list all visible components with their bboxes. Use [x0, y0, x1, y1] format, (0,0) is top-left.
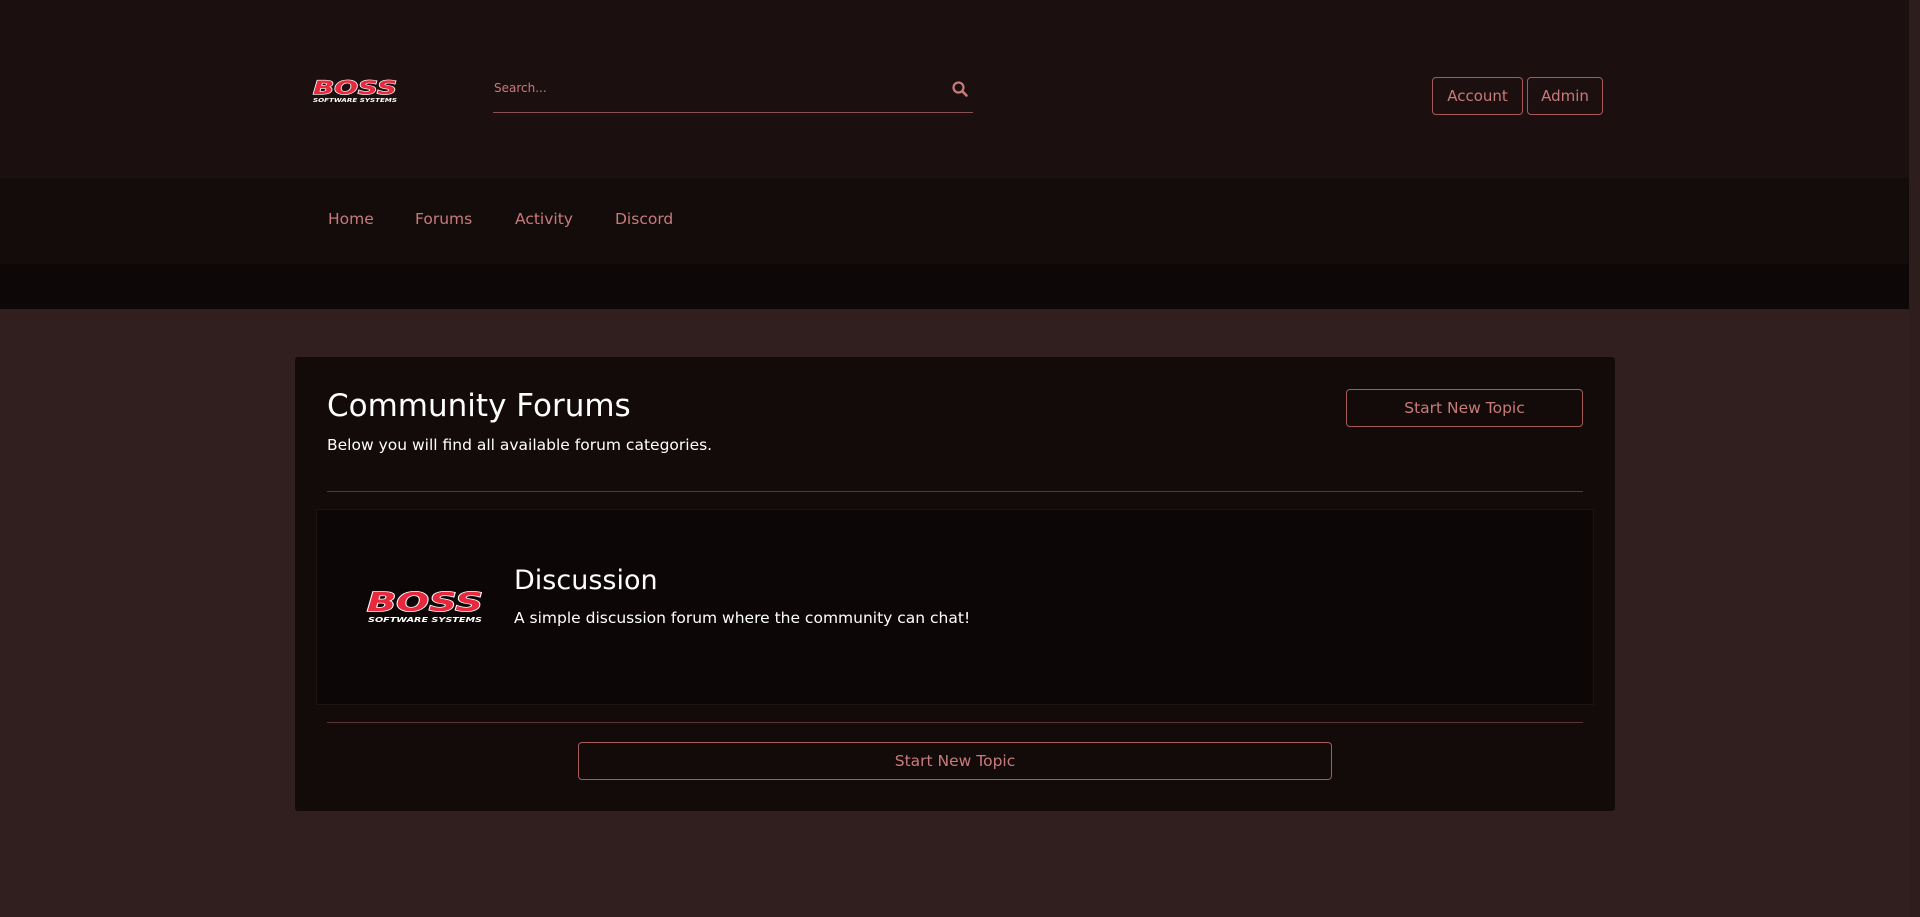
page-title: Community Forums	[327, 388, 631, 424]
category-logo-text: BOSS	[367, 589, 483, 618]
logo-text: BOSS	[313, 78, 397, 99]
category-logo-subtext: SOFTWARE SYSTEMS	[368, 616, 482, 624]
account-button[interactable]: Account	[1432, 77, 1523, 115]
header-strip	[0, 264, 1909, 309]
category-logo: BOSS SOFTWARE SYSTEMS	[366, 589, 484, 624]
admin-button[interactable]: Admin	[1527, 77, 1603, 115]
divider	[327, 491, 1583, 492]
site-logo[interactable]: BOSS SOFTWARE SYSTEMS	[310, 78, 400, 104]
divider	[327, 722, 1583, 723]
forum-category-card[interactable]	[316, 509, 1594, 705]
nav-activity[interactable]: Activity	[515, 210, 573, 228]
start-new-topic-button[interactable]: Start New Topic	[1346, 389, 1583, 427]
nav-forums[interactable]: Forums	[415, 210, 472, 228]
start-new-topic-bottom-button[interactable]: Start New Topic	[578, 742, 1332, 780]
logo-subtext: SOFTWARE SYSTEMS	[313, 98, 398, 104]
nav-discord[interactable]: Discord	[615, 210, 673, 228]
search-input[interactable]	[494, 76, 934, 100]
scrollbar[interactable]	[1909, 0, 1920, 917]
header-nav	[0, 178, 1909, 264]
search-box	[493, 76, 973, 113]
category-title[interactable]: Discussion	[514, 565, 658, 596]
nav-home[interactable]: Home	[328, 210, 374, 228]
search-icon[interactable]	[951, 80, 969, 98]
category-description: A simple discussion forum where the comm…	[514, 609, 971, 627]
page-subtitle: Below you will find all available forum …	[327, 436, 713, 454]
